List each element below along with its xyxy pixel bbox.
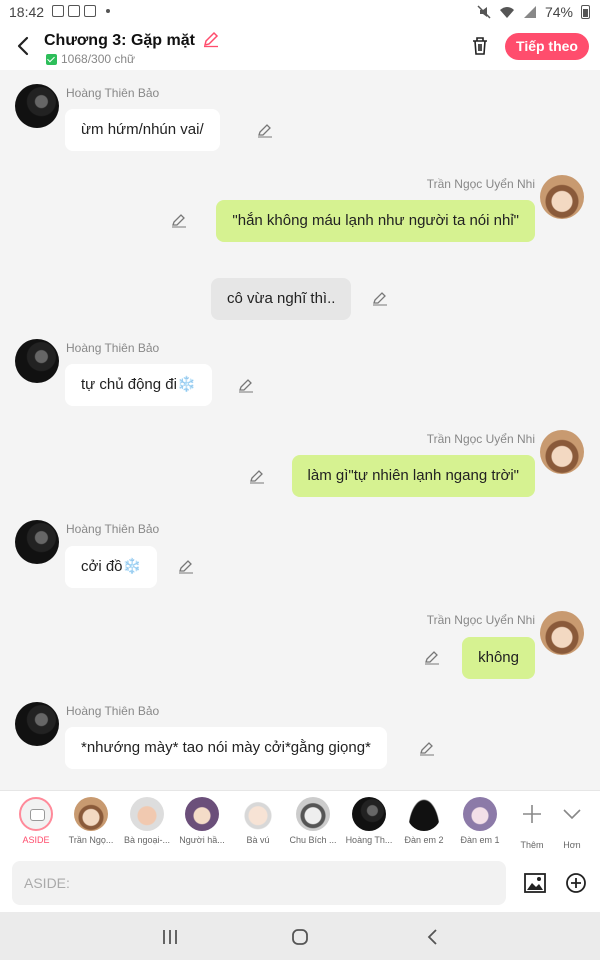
edit-message-icon[interactable] — [424, 649, 440, 665]
character-name: Người hầ... — [179, 835, 225, 845]
message-bubble[interactable]: tự chủ động đi❄️ — [65, 364, 212, 406]
avatar — [241, 797, 275, 831]
avatar[interactable] — [540, 611, 584, 655]
edit-message-icon[interactable] — [249, 468, 265, 484]
youtube-notification-icon — [68, 5, 80, 17]
back-icon[interactable] — [423, 927, 443, 947]
home-icon[interactable] — [290, 927, 310, 947]
battery-percentage: 74% — [544, 4, 573, 20]
chapter-title-row[interactable]: Chương 3: Gặp mặt — [44, 30, 220, 50]
expand-characters-button[interactable]: Hơn — [542, 797, 600, 850]
collapse-label: Hơn — [563, 840, 581, 850]
message-bubble[interactable]: cởi đồ❄️ — [65, 546, 158, 588]
add-circle-icon[interactable] — [564, 871, 588, 895]
edit-message-icon[interactable] — [257, 122, 273, 138]
avatar — [185, 797, 219, 831]
system-navigation-bar — [0, 912, 600, 960]
aside-bubble[interactable]: cô vừa nghĩ thì.. — [211, 278, 352, 320]
avatar — [74, 797, 108, 831]
back-arrow-icon[interactable] — [14, 34, 34, 58]
chapter-header: Chương 3: Gặp mặt 1068/300 chữ Tiếp theo — [0, 26, 600, 70]
sender-name: Hoàng Thiên Bảo — [66, 341, 160, 355]
character-item[interactable]: Bà ngoại-... — [117, 797, 177, 845]
character-item[interactable]: Chu Bích ... — [283, 797, 343, 845]
message-bubble[interactable]: không — [462, 637, 535, 679]
message-bubble[interactable]: ừm hứm/nhún vai/ — [65, 109, 220, 151]
character-name: Bà ngoại-... — [123, 835, 171, 845]
mute-icon — [477, 5, 491, 19]
character-name: ASIDE — [22, 835, 50, 845]
sender-name: Hoàng Thiên Bảo — [66, 704, 160, 718]
chevron-down-icon — [563, 809, 581, 820]
check-icon — [46, 53, 57, 65]
avatar[interactable] — [15, 84, 59, 128]
character-name: Đàn em 1 — [460, 835, 500, 845]
avatar — [463, 797, 497, 831]
avatar — [296, 797, 330, 831]
character-item[interactable]: Đàn em 1 — [450, 797, 510, 845]
character-item[interactable]: Trần Ngọ... — [61, 797, 121, 845]
wifi-icon — [499, 7, 514, 18]
image-icon[interactable] — [523, 871, 547, 895]
sender-name: Trần Ngọc Uyển Nhi — [426, 613, 535, 627]
character-name: Đàn em 2 — [404, 835, 444, 845]
sender-name: Hoàng Thiên Bảo — [66, 522, 160, 536]
edit-message-icon[interactable] — [372, 290, 388, 306]
avatar[interactable] — [15, 520, 59, 564]
edit-message-icon[interactable] — [178, 558, 194, 574]
avatar — [130, 797, 164, 831]
status-bar: 18:42 74% — [0, 0, 600, 26]
character-item[interactable]: Bà vú — [228, 797, 288, 845]
status-notification-icons — [52, 5, 110, 17]
chapter-title: Chương 3: Gặp mặt — [44, 32, 195, 49]
edit-message-icon[interactable] — [419, 740, 435, 756]
next-chapter-button[interactable]: Tiếp theo — [505, 33, 589, 60]
character-item[interactable]: Đàn em 2 — [394, 797, 454, 845]
avatar[interactable] — [15, 339, 59, 383]
character-name: Bà vú — [246, 835, 270, 845]
message-bubble[interactable]: làm gì"tự nhiên lạnh ngang trời" — [291, 455, 535, 497]
message-input[interactable] — [12, 861, 506, 905]
message-bubble[interactable]: "hắn không máu lạnh như người ta nói nhỉ… — [216, 200, 535, 242]
sender-name: Trần Ngọc Uyển Nhi — [426, 177, 535, 191]
status-time: 18:42 — [9, 4, 45, 20]
character-aside[interactable]: ASIDE — [6, 797, 66, 845]
character-name: Trần Ngọ... — [68, 835, 114, 845]
edit-message-icon[interactable] — [238, 377, 254, 393]
trash-icon[interactable] — [469, 35, 491, 57]
avatar — [352, 797, 386, 831]
sender-name: Hoàng Thiên Bảo — [66, 86, 160, 100]
message-input-row — [0, 855, 600, 912]
gallery-notification-icon — [52, 5, 64, 17]
character-item[interactable]: Hoàng Th... — [339, 797, 399, 845]
character-name: Hoàng Th... — [345, 835, 393, 845]
avatar[interactable] — [15, 702, 59, 746]
edit-message-icon[interactable] — [171, 212, 187, 228]
avatar[interactable] — [540, 175, 584, 219]
word-count-row: 1068/300 chữ — [46, 52, 135, 66]
aside-icon — [19, 797, 53, 831]
edit-title-icon[interactable] — [202, 30, 220, 48]
word-count: 1068/300 chữ — [61, 52, 136, 66]
more-notifications-icon — [106, 9, 110, 13]
message-bubble[interactable]: *nhướng mày* tao nói mày cởi*gằng giọng* — [65, 727, 387, 769]
signal-icon — [523, 6, 536, 18]
sender-name: Trần Ngọc Uyển Nhi — [426, 432, 535, 446]
recent-apps-icon[interactable] — [160, 928, 180, 946]
battery-icon — [581, 5, 590, 19]
avatar[interactable] — [540, 430, 584, 474]
character-selector: ASIDE Trần Ngọ... Bà ngoại-... Người hầ.… — [0, 790, 600, 855]
avatar — [407, 797, 441, 831]
app-notification-icon — [84, 5, 96, 17]
character-name: Chu Bích ... — [289, 835, 337, 845]
character-item[interactable]: Người hầ... — [172, 797, 232, 845]
